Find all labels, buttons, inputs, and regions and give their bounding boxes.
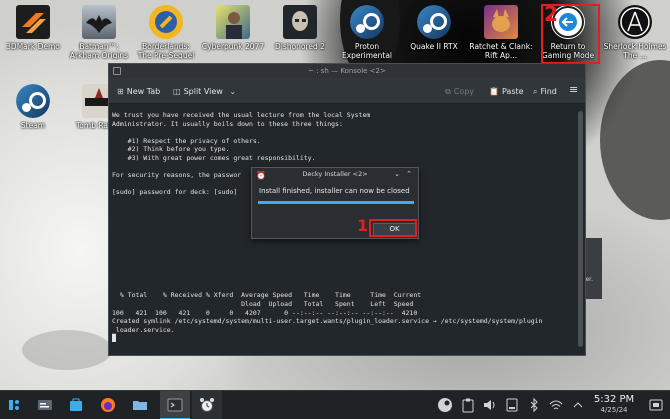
system-settings-icon[interactable]	[37, 397, 53, 413]
window-title: ~ : sh — Konsole <2>	[308, 67, 386, 75]
paste-button[interactable]: 📋 Paste	[489, 85, 524, 98]
desktop-icon-label: Cyberpunk 2077	[201, 42, 265, 51]
konsole-task-button[interactable]	[160, 391, 190, 419]
dialog-titlebar[interactable]: ⏰ Decky Installer <2> ⌄ ⌃	[252, 168, 418, 181]
desktop-icon-label: Batman™: Arkham Origins	[69, 42, 129, 60]
clipboard-icon[interactable]	[460, 397, 476, 413]
hamburger-menu-icon: ≡	[569, 83, 579, 96]
desktop-icon-label: Borderlands: The Pre-Sequel	[137, 42, 195, 60]
desktop-icon-steam[interactable]: Steam	[1, 84, 65, 139]
callout-box-ok-button	[369, 219, 417, 237]
terminal-cursor	[112, 334, 116, 343]
wallpaper-shape	[600, 60, 670, 220]
desktop-icon-proton[interactable]: Proton Experimental	[335, 5, 399, 60]
minimize-icon[interactable]: ⌄	[394, 168, 400, 181]
copy-icon: ⧉	[445, 87, 451, 96]
paste-icon: 📋	[489, 87, 499, 96]
desktop-icon-label: Sherlock Holmes The ...	[603, 42, 667, 60]
split-view-label: Split View	[183, 87, 223, 96]
hamburger-menu-button[interactable]: ≡	[569, 83, 578, 96]
chevron-down-icon: ⌄	[229, 87, 237, 96]
desktop-icon-cyberpunk[interactable]: Cyberpunk 2077	[201, 5, 265, 60]
callout-number-2: 2	[544, 2, 558, 26]
wallpaper-shape	[22, 330, 112, 370]
callout-number-1: 1	[357, 216, 369, 235]
dialog-message: Install finished, installer can now be c…	[259, 187, 410, 195]
alarm-clock-icon	[200, 398, 214, 412]
file-manager-icon[interactable]	[132, 397, 148, 413]
terminal-icon	[167, 398, 183, 412]
desktop-icon-batman[interactable]: Batman™: Arkham Origins	[67, 5, 131, 60]
new-tab-icon: ⊞	[117, 87, 124, 96]
bluetooth-icon[interactable]	[526, 397, 542, 413]
decky-installer-task-button[interactable]	[192, 391, 222, 419]
install-progress-bar	[258, 201, 414, 204]
desktop-icon-label: Dishonored 2	[275, 42, 325, 51]
copy-button[interactable]: ⧉ Copy	[445, 85, 474, 98]
discover-store-icon[interactable]	[68, 397, 84, 413]
ratchet-icon	[484, 5, 518, 39]
find-button[interactable]: ⌕ Find	[533, 85, 557, 98]
desktop-icon-label: Steam	[20, 121, 46, 130]
steam-icon	[417, 5, 451, 39]
split-view-button[interactable]: ◫ Split View ⌄	[173, 85, 239, 98]
scrollbar-thumb[interactable]	[578, 111, 583, 347]
desktop-icon-label: 3DMark Demo	[6, 42, 60, 51]
borderlands-icon	[149, 5, 183, 39]
copy-label: Copy	[453, 87, 475, 96]
desktop-icon-label: Quake II RTX	[410, 42, 458, 51]
clock-time: 5:32 PM	[593, 394, 635, 405]
window-titlebar[interactable]: ~ : sh — Konsole <2>	[109, 64, 585, 78]
desktop-icon-sherlock[interactable]: Sherlock Holmes The ...	[603, 5, 667, 60]
konsole-toolbar: ⊞ New Tab ◫ Split View ⌄ ⧉ Copy 📋 Paste ⌕ Fin…	[109, 78, 585, 104]
steam-tray-icon[interactable]	[437, 397, 453, 413]
desktop-icon-label: Ratchet & Clank: Rift Ap...	[469, 42, 533, 60]
taskbar: 5:32 PM 4/25/24	[0, 390, 670, 419]
application-launcher-icon[interactable]	[6, 397, 22, 413]
storage-icon[interactable]	[504, 397, 520, 413]
desktop-icon-borderlands[interactable]: Borderlands: The Pre-Sequel	[134, 5, 198, 60]
paste-label: Paste	[501, 87, 524, 96]
desktop-icon-3dmark[interactable]: 3DMark Demo	[1, 5, 65, 60]
show-desktop-icon[interactable]	[648, 397, 664, 413]
batman-icon	[82, 5, 116, 39]
find-label: Find	[540, 87, 557, 96]
desktop-icon-ratchet[interactable]: Ratchet & Clank: Rift Ap...	[469, 5, 533, 60]
volume-icon[interactable]	[482, 397, 498, 413]
desktop-icon-label: Proton Experimental	[341, 42, 392, 60]
desktop-icon-dishonored[interactable]: Dishonored 2	[268, 5, 332, 60]
cyberpunk-icon	[216, 5, 250, 39]
terminal-scrollbar[interactable]	[577, 105, 584, 355]
chevron-up-icon[interactable]	[570, 397, 586, 413]
split-view-icon: ◫	[173, 87, 181, 96]
3dmark-icon	[16, 5, 50, 39]
wifi-icon[interactable]	[548, 397, 564, 413]
clock-date: 4/25/24	[600, 406, 628, 414]
sherlock-icon	[618, 5, 652, 39]
desktop-icon-quake[interactable]: Quake II RTX	[402, 5, 466, 60]
search-icon: ⌕	[533, 87, 538, 96]
maximize-icon[interactable]: ⌃	[406, 168, 412, 181]
new-tab-button[interactable]: ⊞ New Tab	[117, 85, 160, 98]
steam-icon	[16, 84, 50, 118]
new-tab-label: New Tab	[126, 87, 161, 96]
alarm-clock-icon: ⏰	[256, 171, 266, 180]
firefox-icon[interactable]	[100, 397, 116, 413]
steam-icon	[350, 5, 384, 39]
dialog-title: Decky Installer <2>	[302, 170, 368, 178]
dishonored-icon	[283, 5, 317, 39]
progress-fill	[258, 201, 414, 204]
terminal-app-icon	[113, 67, 121, 75]
